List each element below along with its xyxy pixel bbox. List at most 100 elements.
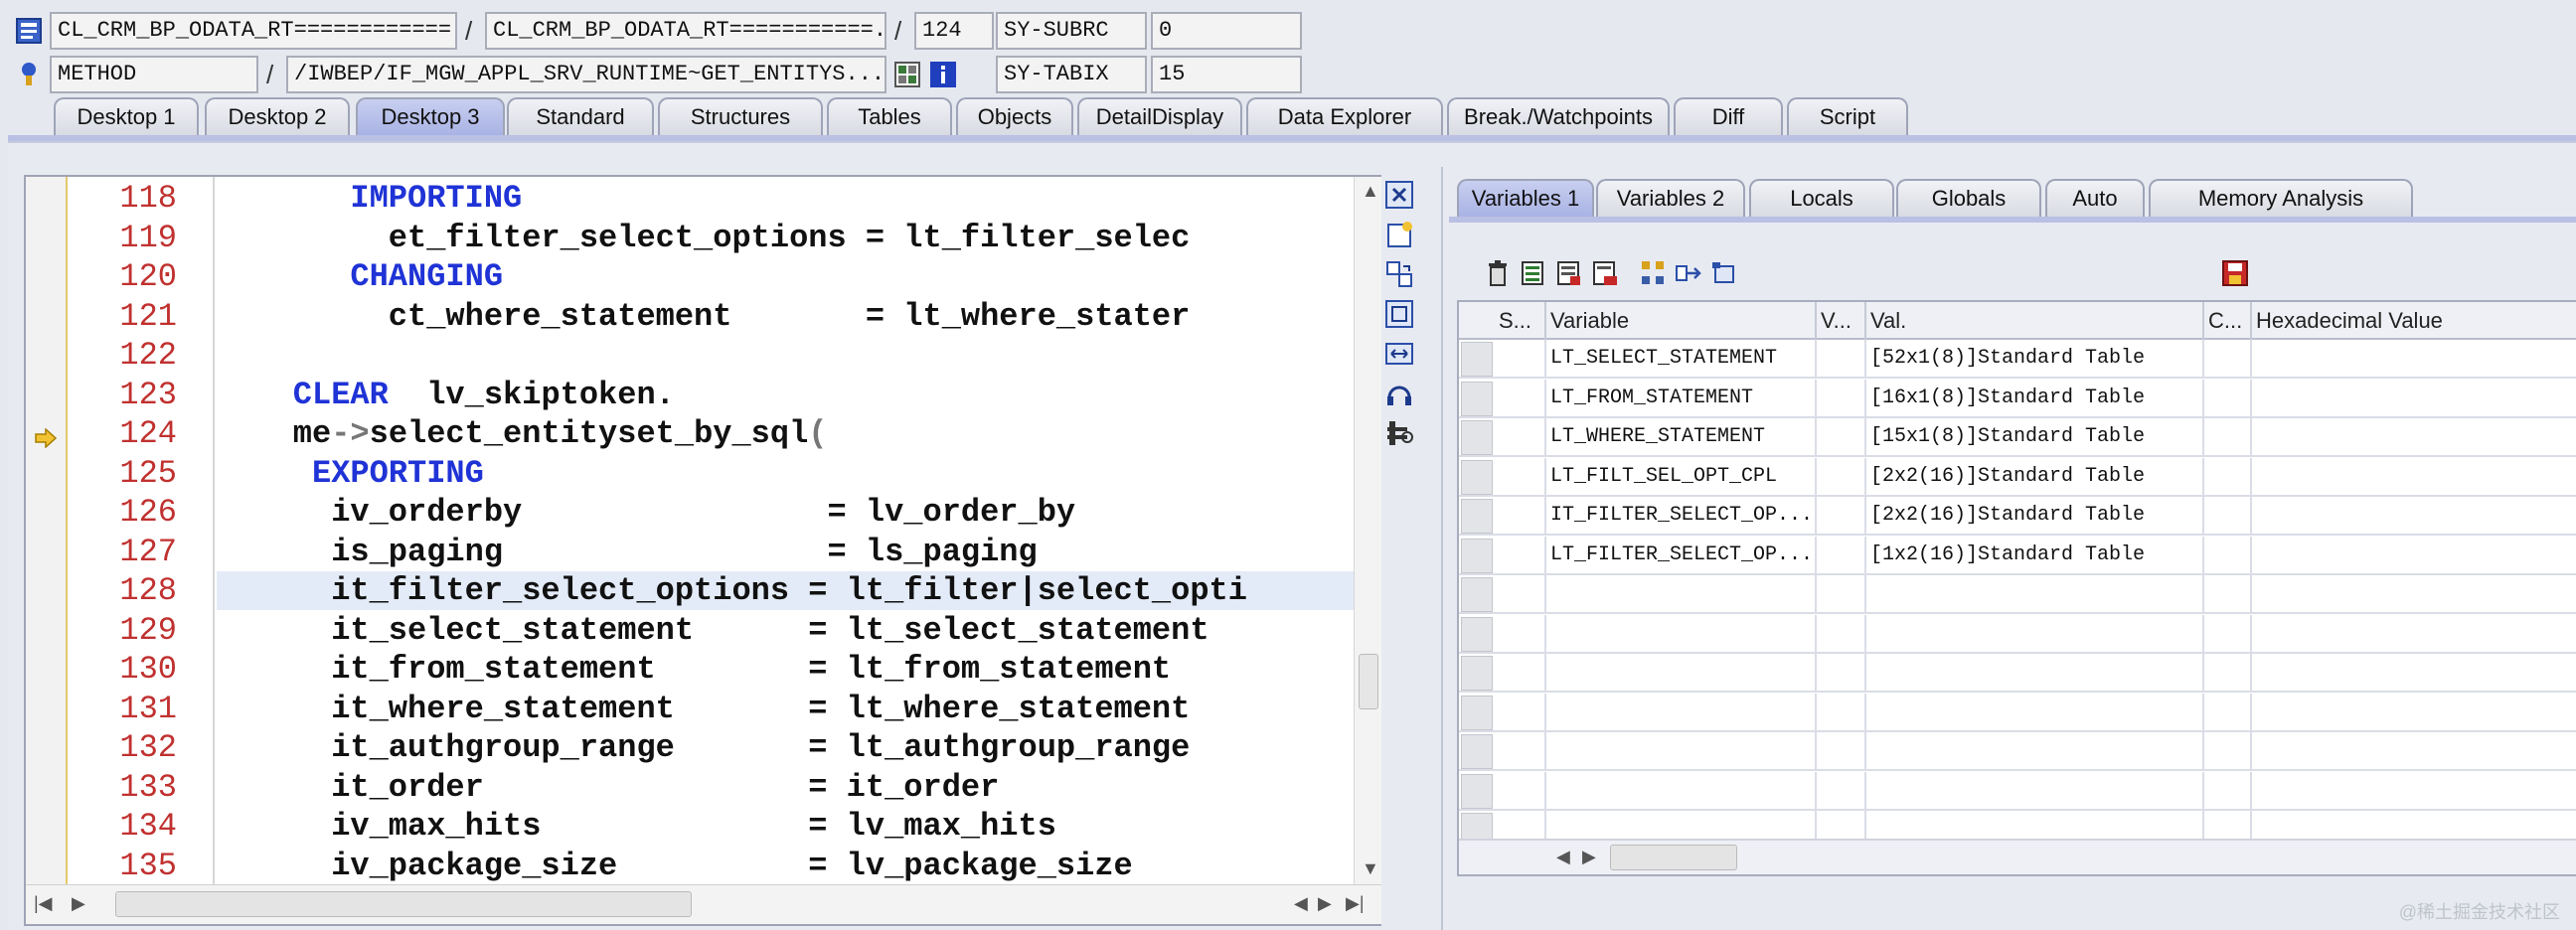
- delete-icon[interactable]: [1483, 258, 1513, 288]
- headset-icon[interactable]: [1383, 378, 1415, 409]
- scroll-home-icon[interactable]: |◀: [34, 893, 53, 914]
- variable-col-header[interactable]: Variable: [1546, 302, 1817, 340]
- variable-cell[interactable]: [1546, 575, 1817, 612]
- tab-tables[interactable]: Tables: [827, 97, 952, 135]
- hierarchy-icon[interactable]: [1638, 258, 1668, 288]
- tab-locals[interactable]: Locals: [1749, 179, 1894, 217]
- row-selector[interactable]: [1461, 459, 1493, 495]
- variable-cell[interactable]: [1546, 654, 1817, 691]
- code-line[interactable]: it_order = it_order: [217, 768, 1354, 807]
- scroll-left-icon[interactable]: ▶: [72, 893, 85, 914]
- code-line[interactable]: it_where_statement = lt_where_statement: [217, 690, 1354, 728]
- tab-structures[interactable]: Structures: [658, 97, 823, 135]
- sysvar-name-field[interactable]: SY-TABIX: [996, 56, 1147, 93]
- variable-cell[interactable]: [1546, 771, 1817, 809]
- tab-break-watchpoints[interactable]: Break./Watchpoints: [1447, 97, 1670, 135]
- row-selector[interactable]: [1461, 381, 1493, 416]
- tab-data-explorer[interactable]: Data Explorer: [1246, 97, 1443, 135]
- tab-memory-analysis[interactable]: Memory Analysis: [2149, 179, 2413, 217]
- tab-globals[interactable]: Globals: [1896, 179, 2041, 217]
- code-line[interactable]: is_paging = ls_paging: [217, 533, 1354, 571]
- scroll-right-icon[interactable]: ▶: [1318, 893, 1332, 914]
- row-selector[interactable]: [1461, 499, 1493, 534]
- row-selector[interactable]: [1461, 656, 1493, 691]
- code-line[interactable]: et_filter_select_options = lt_filter_sel…: [217, 219, 1354, 257]
- table-row[interactable]: [1459, 693, 2576, 732]
- code-line[interactable]: me->select_entityset_by_sql(: [217, 414, 1354, 453]
- table-row[interactable]: [1459, 732, 2576, 771]
- services-icon[interactable]: [1383, 417, 1415, 449]
- table-row[interactable]: [1459, 771, 2576, 811]
- row-selector[interactable]: [1461, 695, 1493, 730]
- tab-variables-1[interactable]: Variables 1: [1457, 179, 1594, 217]
- row-selector[interactable]: [1461, 538, 1493, 573]
- code-line[interactable]: ct_where_statement = lt_where_stater: [217, 297, 1354, 336]
- transfer-icon[interactable]: [1674, 258, 1703, 288]
- row-selector[interactable]: [1461, 577, 1493, 612]
- code-line[interactable]: it_filter_select_options = lt_filter|sel…: [217, 571, 1354, 610]
- close-icon[interactable]: [1383, 179, 1415, 211]
- tab-auto[interactable]: Auto: [2045, 179, 2145, 217]
- status-col-header[interactable]: S...: [1495, 302, 1546, 340]
- grid-scroll-thumb[interactable]: [1610, 845, 1737, 870]
- code-line[interactable]: it_select_statement = lt_select_statemen…: [217, 611, 1354, 650]
- open-icon[interactable]: [1709, 258, 1739, 288]
- row-selector[interactable]: [1461, 734, 1493, 769]
- row-selector[interactable]: [1461, 616, 1493, 652]
- scroll-left-end-icon[interactable]: ◀: [1294, 893, 1308, 914]
- include-field[interactable]: CL_CRM_BP_ODATA_RT===========...: [485, 12, 886, 50]
- variable-cell[interactable]: [1546, 732, 1817, 769]
- code-editor[interactable]: 118 119 120 121 122 123 124 125 126 127 128 129 130 1…: [24, 175, 1381, 926]
- vertical-scroll-thumb[interactable]: [1359, 654, 1378, 709]
- table-row[interactable]: IT_FILTER_SELECT_OP... [2x2(16)]Standard …: [1459, 497, 2576, 536]
- line-number-field[interactable]: 124: [914, 12, 994, 50]
- code-line[interactable]: iv_package_size = lv_package_size: [217, 847, 1354, 885]
- fit-width-icon[interactable]: [1383, 338, 1415, 370]
- tab-script[interactable]: Script: [1787, 97, 1908, 135]
- change-col-header[interactable]: C...: [2204, 302, 2252, 340]
- variable-cell[interactable]: LT_FILT_SEL_OPT_CPL: [1546, 457, 1817, 495]
- tab-variables-2[interactable]: Variables 2: [1596, 179, 1745, 217]
- program-field[interactable]: CL_CRM_BP_ODATA_RT============...: [50, 12, 457, 50]
- swap-tool-icon[interactable]: [1383, 258, 1415, 290]
- tab-desktop-3[interactable]: Desktop 3: [356, 97, 505, 135]
- horizontal-scroll-thumb[interactable]: [115, 891, 692, 917]
- sysvar-value-field[interactable]: 0: [1151, 12, 1302, 50]
- variable-cell[interactable]: IT_FILTER_SELECT_OP...: [1546, 497, 1817, 534]
- table-row[interactable]: [1459, 654, 2576, 693]
- tab-standard[interactable]: Standard: [507, 97, 654, 135]
- value-col-header[interactable]: Val.: [1866, 302, 2204, 340]
- code-line[interactable]: [217, 336, 1354, 375]
- variable-cell[interactable]: [1546, 614, 1817, 652]
- variable-cell[interactable]: [1546, 693, 1817, 730]
- variable-cell[interactable]: LT_FILTER_SELECT_OP...: [1546, 536, 1817, 573]
- variable-cell[interactable]: LT_FROM_STATEMENT: [1546, 379, 1817, 416]
- row-selector[interactable]: [1461, 420, 1493, 455]
- new-tool-icon[interactable]: [1383, 219, 1415, 250]
- code-line[interactable]: it_from_statement = lt_from_statement: [217, 650, 1354, 689]
- horizontal-scrollbar[interactable]: |◀ ▶ ◀ ▶ ▶|: [26, 884, 1381, 924]
- variable-cell[interactable]: LT_WHERE_STATEMENT: [1546, 418, 1817, 455]
- table-row[interactable]: LT_FROM_STATEMENT [16x1(8)]Standard Table: [1459, 379, 2576, 418]
- scroll-end-icon[interactable]: ▶|: [1346, 893, 1365, 914]
- tab-diff[interactable]: Diff: [1674, 97, 1783, 135]
- code-line[interactable]: CLEAR lv_skiptoken.: [217, 376, 1354, 414]
- event-name-field[interactable]: /IWBEP/IF_MGW_APPL_SRV_RUNTIME~GET_ENTIT…: [286, 56, 886, 93]
- export-icon[interactable]: [1554, 258, 1584, 288]
- code-line[interactable]: EXPORTING: [217, 454, 1354, 493]
- maximize-icon[interactable]: [1383, 298, 1415, 330]
- save-icon[interactable]: [2220, 258, 2250, 288]
- code-line[interactable]: it_authgroup_range = lt_authgroup_range: [217, 728, 1354, 767]
- sysvar-value-field[interactable]: 15: [1151, 56, 1302, 93]
- event-type-field[interactable]: METHOD: [50, 56, 258, 93]
- save-layout-icon[interactable]: [1590, 258, 1620, 288]
- tab-detaildisplay[interactable]: DetailDisplay: [1077, 97, 1242, 135]
- grid-scroll-left-icon[interactable]: ◀: [1556, 847, 1570, 867]
- tab-desktop-2[interactable]: Desktop 2: [205, 97, 350, 135]
- hex-value-col-header[interactable]: Hexadecimal Value: [2252, 302, 2576, 340]
- table-row[interactable]: LT_SELECT_STATEMENT [52x1(8)]Standard Tab…: [1459, 340, 2576, 379]
- table-row[interactable]: LT_FILT_SEL_OPT_CPL [2x2(16)]Standard Tab…: [1459, 457, 2576, 497]
- code-line[interactable]: iv_max_hits = lv_max_hits: [217, 807, 1354, 846]
- breakpoint-gutter[interactable]: [26, 177, 68, 884]
- code-line[interactable]: CHANGING: [217, 257, 1354, 296]
